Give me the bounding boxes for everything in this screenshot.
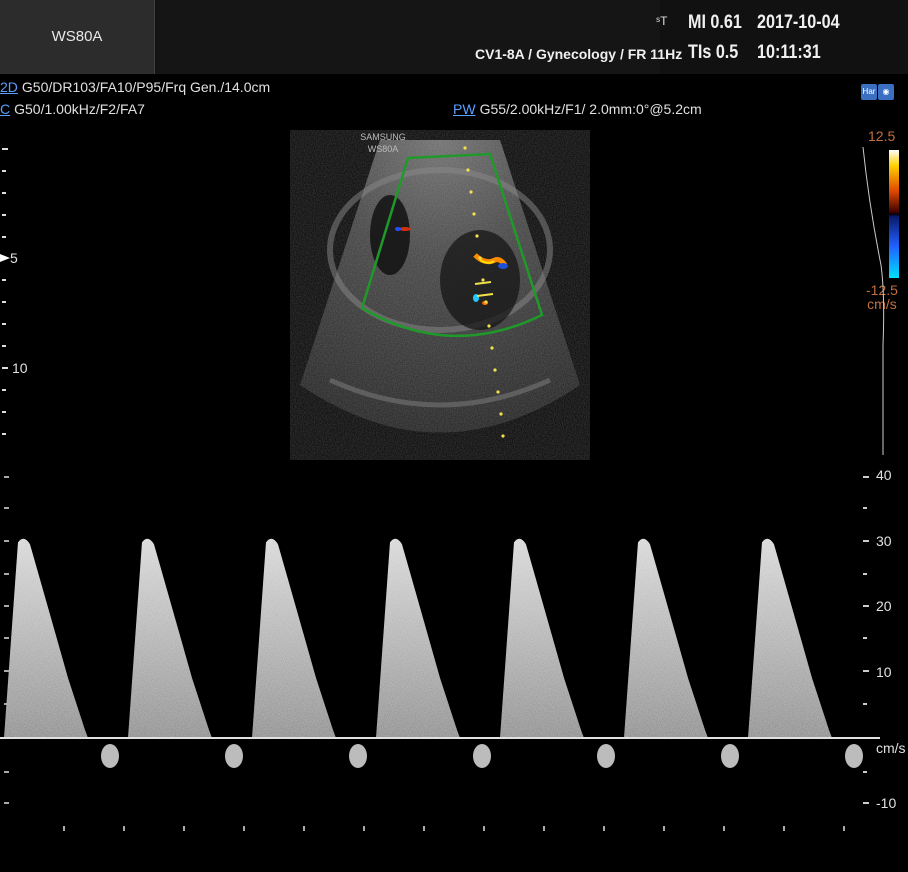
velocity-label-30: 30 [876, 533, 892, 549]
param-pw: PW G55/2.00kHz/F1/ 2.0mm:0°@5.2cm [453, 101, 702, 117]
color-velocity-bar [889, 150, 899, 278]
tis-index: TIs 0.5 [688, 42, 739, 63]
probe-icon[interactable]: ◉ [878, 84, 894, 100]
device-logo: WS80A [51, 28, 103, 45]
status-icons: Har ◉ [860, 81, 894, 100]
depth-label-10: 10 [12, 360, 28, 376]
param-2d-values: G50/DR103/FA10/P95/Frq Gen./14.0cm [21, 79, 271, 95]
waveform-cycle [252, 538, 336, 738]
patient-info-panel [156, 0, 660, 74]
velocity-scale-ticks [863, 476, 869, 804]
mode-pw-label[interactable]: PW [453, 101, 476, 117]
velocity-label-20: 20 [876, 598, 892, 614]
waveform-cycle [4, 538, 88, 738]
velocity-label-neg10: -10 [876, 795, 897, 811]
exam-time: 10:11:31 [757, 42, 821, 63]
mi-index: MI 0.61 [688, 12, 742, 33]
mode-c-label[interactable]: C [0, 101, 10, 117]
reverse-flow-mark [225, 744, 243, 768]
doppler-spectrum[interactable] [0, 470, 880, 840]
param-c-values: G50/1.00kHz/F2/FA7 [14, 101, 145, 117]
waveform-cycle [624, 538, 708, 738]
truncated-label: ˢT [656, 14, 668, 28]
velocity-label-10: 10 [876, 664, 892, 680]
param-color: C G50/1.00kHz/F2/FA7 [0, 101, 145, 117]
waveform-cycle [376, 538, 460, 738]
spectral-waveforms [4, 538, 832, 738]
probe-preset-label: CV1-8A / Gynecology / FR 11Hz [475, 46, 683, 62]
watermark-model: WS80A [368, 144, 399, 154]
reverse-flow-mark [721, 744, 739, 768]
reverse-flow-mark [473, 744, 491, 768]
waveform-cycle [748, 538, 832, 738]
waveform-cycle [500, 538, 584, 738]
reverse-flow-marks [101, 744, 863, 768]
depth-scale [0, 148, 10, 435]
harmonic-icon[interactable]: Har [861, 84, 877, 100]
timeline-trace [862, 146, 885, 455]
watermark-brand: SAMSUNG [360, 132, 406, 142]
mode-2d-label[interactable]: 2D [0, 79, 18, 95]
param-2d: 2D G50/DR103/FA10/P95/Frq Gen./14.0cm [0, 79, 270, 95]
exam-date: 2017-10-04 [757, 12, 840, 33]
reverse-flow-mark [597, 744, 615, 768]
reverse-flow-mark [101, 744, 119, 768]
reverse-flow-mark [349, 744, 367, 768]
param-pw-values: G55/2.00kHz/F1/ 2.0mm:0°@5.2cm [479, 101, 702, 117]
velocity-unit: cm/s [876, 740, 906, 756]
waveform-cycle [128, 538, 212, 738]
ultrasound-image[interactable]: SAMSUNG WS80A [290, 130, 590, 460]
depth-label-5: 5 [10, 250, 18, 266]
color-bar-max: 12.5 [868, 128, 896, 144]
velocity-label-40: 40 [876, 467, 892, 483]
focus-marker-icon [0, 254, 10, 262]
